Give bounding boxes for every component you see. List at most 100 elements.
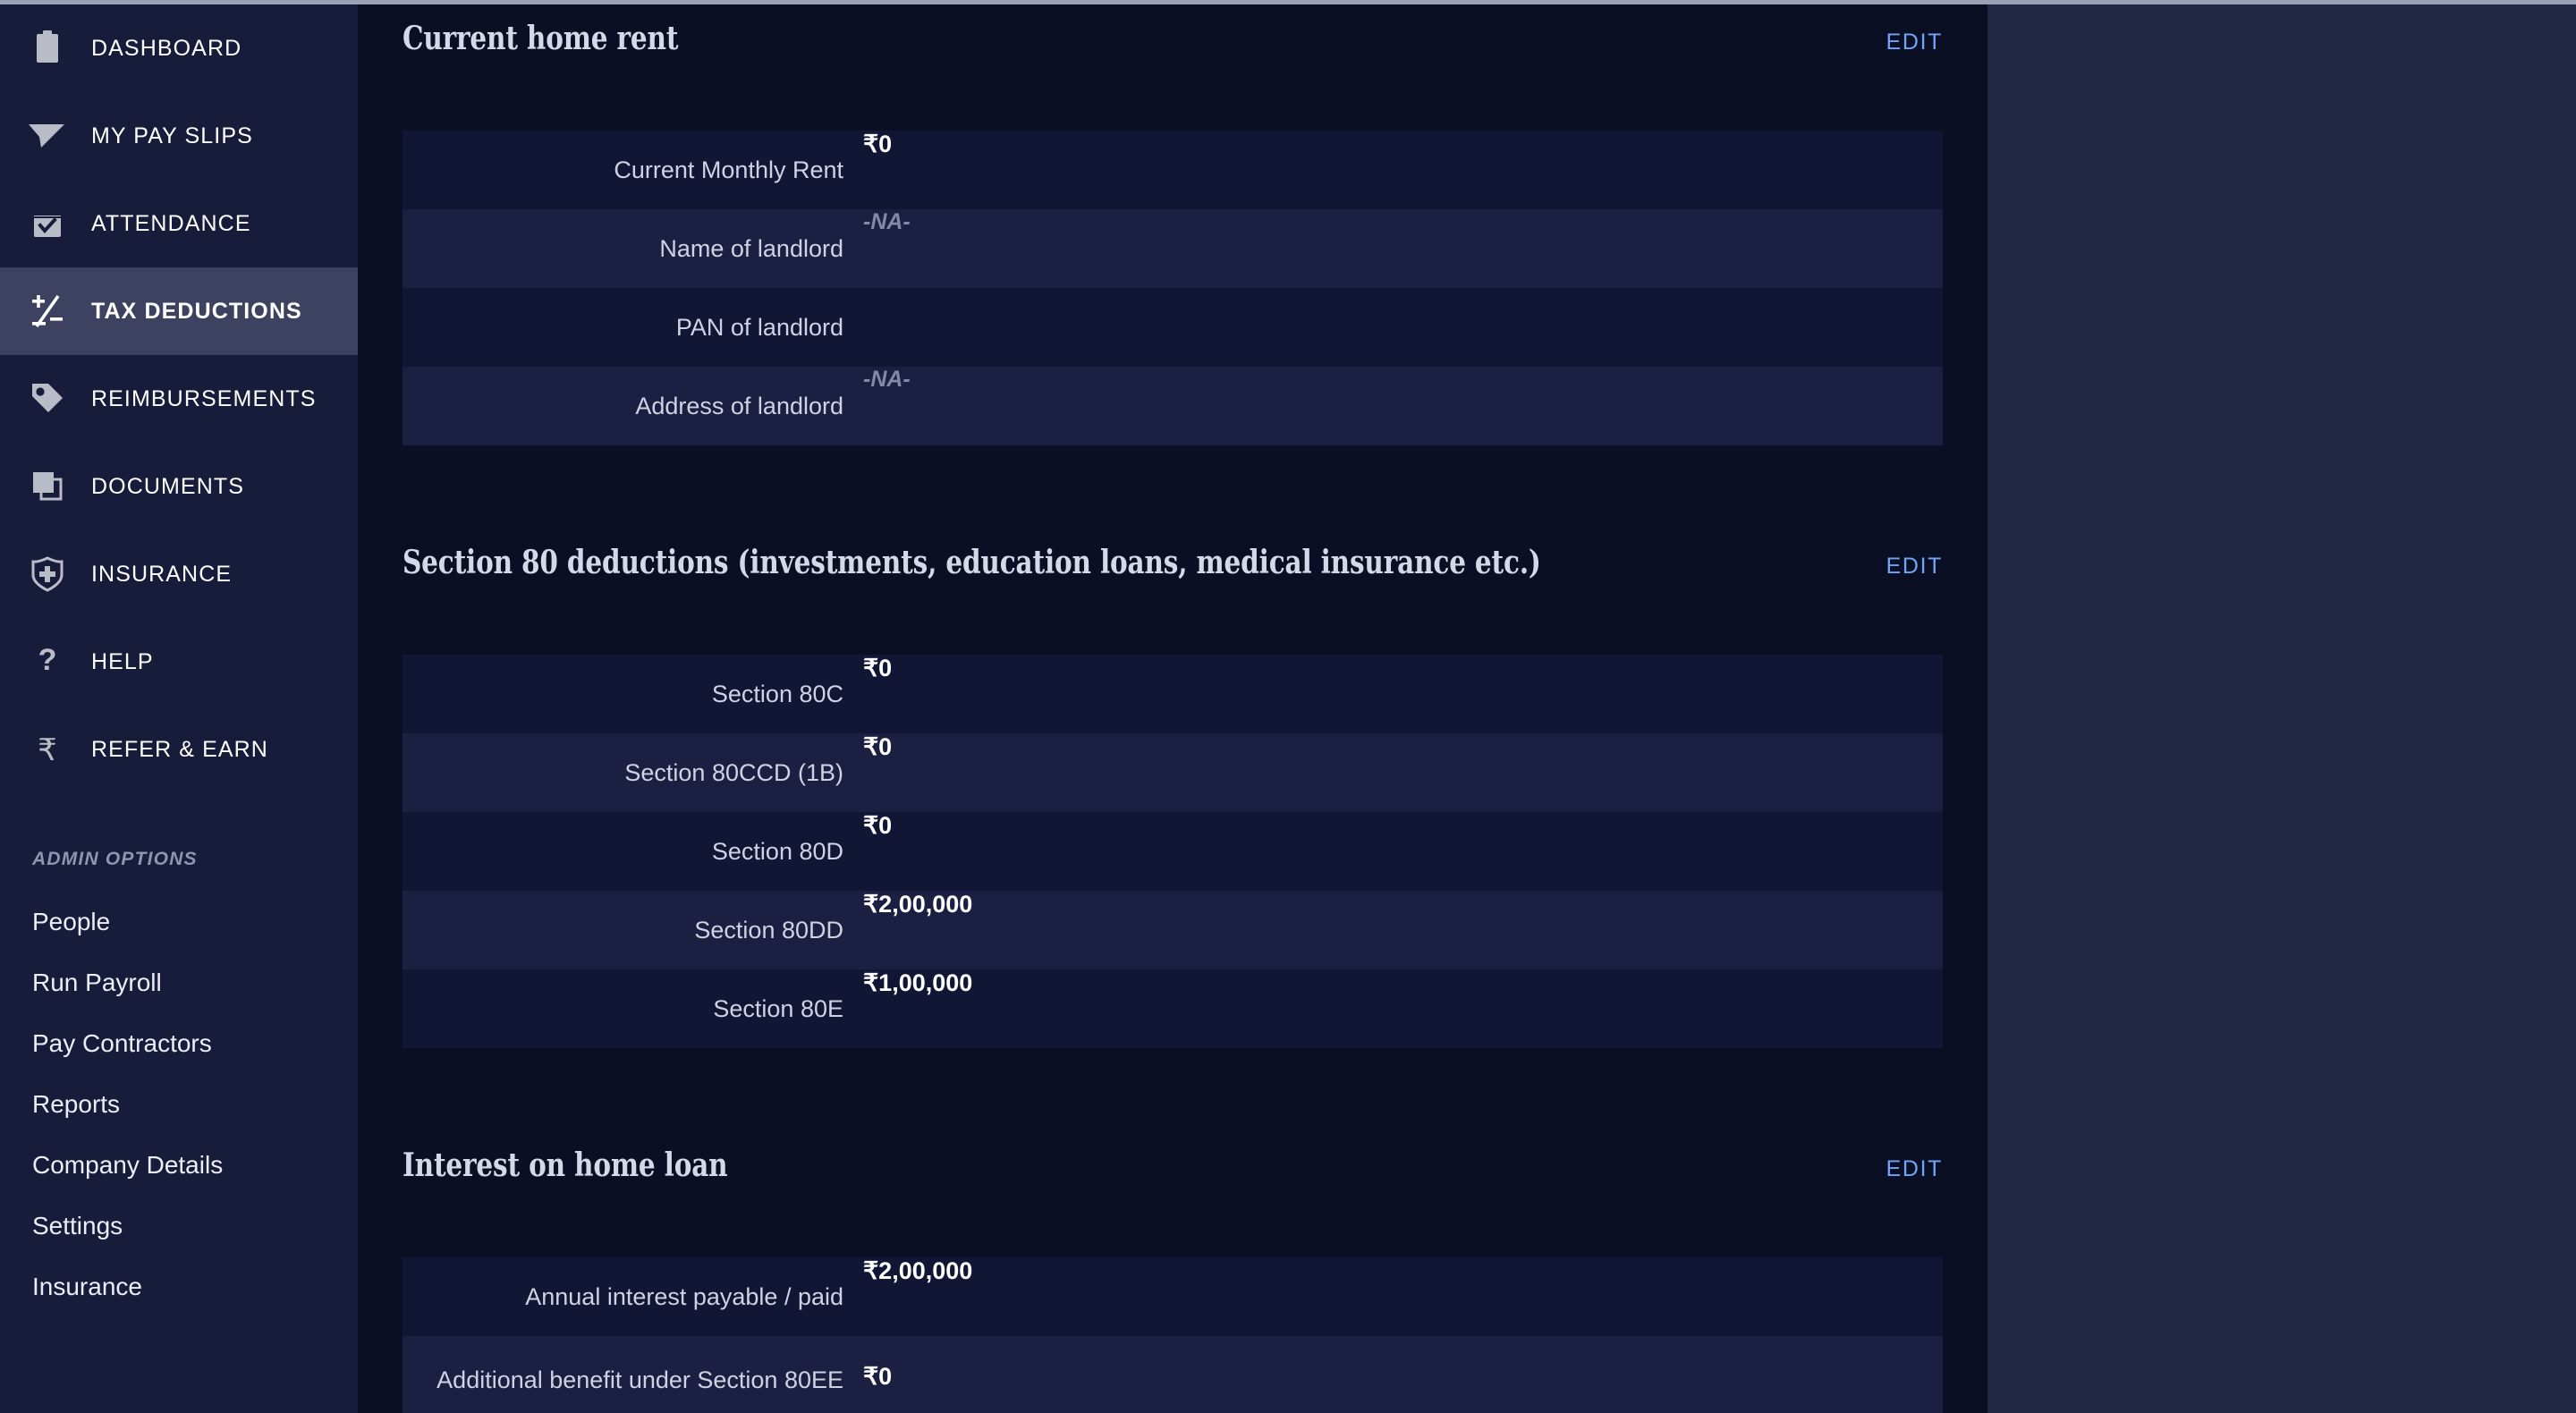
admin-item-label: Pay Contractors (32, 1029, 212, 1057)
row-label: PAN of landlord (675, 313, 843, 341)
sidebar-nav: DASHBOARD MY PAY SLIPS ATTENDANCE TAX DEDUC… (0, 0, 358, 793)
row-label: Current Monthly Rent (614, 156, 843, 183)
sidebar-item-label: INSURANCE (91, 561, 233, 587)
section-title: Section 80 deductions (investments, educ… (402, 544, 1541, 581)
window-top-strip (0, 0, 2576, 4)
question-mark-icon: ? (27, 641, 68, 682)
admin-item-label: Run Payroll (32, 969, 162, 996)
tag-icon (27, 378, 68, 419)
sidebar-item-my-pay-slips[interactable]: MY PAY SLIPS (0, 92, 358, 180)
main-content: Current home rent EDIT Current Monthly Ren… (358, 0, 1987, 1413)
section-1: Section 80 deductions (investments, educ… (358, 445, 1987, 1048)
row-label: Section 80DD (694, 916, 843, 943)
sections-container: Current home rent EDIT Current Monthly Ren… (358, 0, 1987, 1413)
table-row: Additional benefit under Section 80EE ₹0 (402, 1336, 1943, 1413)
sidebar-item-refer-earn[interactable]: ₹ REFER & EARN (0, 706, 358, 793)
section-title: Current home rent (402, 20, 679, 57)
sidebar-item-attendance[interactable]: ATTENDANCE (0, 180, 358, 267)
plus-minus-icon (27, 291, 68, 332)
paper-plane-icon (27, 115, 68, 157)
edit-link[interactable]: EDIT (1886, 554, 1943, 580)
admin-item-reports[interactable]: Reports (0, 1074, 358, 1135)
edit-link[interactable]: EDIT (1886, 1156, 1943, 1182)
detail-table: Current Monthly Rent ₹0 Name of landlord -N… (402, 131, 1943, 445)
row-value: ₹2,00,000 (863, 1257, 973, 1284)
row-label: Section 80C (711, 680, 843, 707)
admin-options-header: ADMIN OPTIONS (32, 849, 198, 869)
sidebar-item-label: DASHBOARD (91, 35, 242, 61)
admin-item-insurance[interactable]: Insurance (0, 1256, 358, 1317)
table-row: Section 80D ₹0 (402, 812, 1943, 891)
admin-options-list: People Run Payroll Pay Contractors Reports C… (0, 892, 358, 1317)
sidebar-item-documents[interactable]: DOCUMENTS (0, 443, 358, 530)
documents-icon (27, 466, 68, 507)
admin-item-label: Settings (32, 1212, 123, 1240)
table-row: Address of landlord -NA- (402, 367, 1943, 445)
section-header: Section 80 deductions (investments, educ… (358, 544, 1987, 613)
sidebar-item-tax-deductions[interactable]: TAX DEDUCTIONS (0, 267, 358, 355)
row-value: ₹0 (863, 131, 893, 157)
table-row: Section 80DD ₹2,00,000 (402, 891, 1943, 969)
admin-item-label: Company Details (32, 1151, 224, 1179)
table-row: Section 80C ₹0 (402, 655, 1943, 733)
row-value: ₹1,00,000 (863, 969, 973, 996)
sidebar-item-label: DOCUMENTS (91, 473, 245, 499)
row-label: Section 80D (711, 837, 843, 865)
rupee-icon: ₹ (27, 729, 68, 770)
row-label: Name of landlord (659, 234, 843, 262)
svg-text:?: ? (38, 644, 57, 677)
row-value: -NA- (863, 367, 911, 392)
table-row: PAN of landlord (402, 288, 1943, 367)
table-row: Annual interest payable / paid ₹2,00,000 (402, 1257, 1943, 1336)
admin-item-run-payroll[interactable]: Run Payroll (0, 952, 358, 1013)
admin-item-pay-contractors[interactable]: Pay Contractors (0, 1013, 358, 1074)
table-row: Current Monthly Rent ₹0 (402, 131, 1943, 209)
sidebar-item-label: MY PAY SLIPS (91, 123, 253, 148)
svg-text:₹: ₹ (38, 732, 57, 767)
clipboard-icon (27, 28, 68, 69)
row-label: Section 80CCD (1B) (624, 758, 843, 786)
admin-item-label: People (32, 908, 111, 935)
sidebar-item-dashboard[interactable]: DASHBOARD (0, 4, 358, 92)
sidebar-item-reimbursements[interactable]: REIMBURSEMENTS (0, 355, 358, 443)
row-value: ₹0 (863, 1363, 893, 1390)
table-row: Name of landlord -NA- (402, 209, 1943, 288)
row-label: Address of landlord (635, 392, 843, 419)
edit-link[interactable]: EDIT (1886, 30, 1943, 55)
section-0: Current home rent EDIT Current Monthly Ren… (358, 0, 1987, 445)
table-row: Section 80CCD (1B) ₹0 (402, 733, 1943, 812)
row-value: ₹2,00,000 (863, 891, 973, 918)
admin-item-company-details[interactable]: Company Details (0, 1135, 358, 1196)
app-root: DASHBOARD MY PAY SLIPS ATTENDANCE TAX DEDUC… (0, 0, 2576, 1413)
admin-item-label: Insurance (32, 1273, 142, 1300)
sidebar-item-label: TAX DEDUCTIONS (91, 298, 302, 324)
row-value: ₹0 (863, 812, 893, 839)
table-row: Section 80E ₹1,00,000 (402, 969, 1943, 1048)
sidebar-item-insurance[interactable]: INSURANCE (0, 530, 358, 618)
row-value: ₹0 (863, 655, 893, 681)
detail-table: Annual interest payable / paid ₹2,00,000 A… (402, 1257, 1943, 1413)
section-header: Current home rent EDIT (358, 20, 1987, 89)
sidebar-item-label: ATTENDANCE (91, 210, 251, 236)
section-header: Interest on home loan EDIT (358, 1146, 1987, 1216)
sidebar-item-label: REIMBURSEMENTS (91, 385, 317, 411)
row-label: Section 80E (713, 994, 843, 1022)
detail-table: Section 80C ₹0 Section 80CCD (1B) ₹0 Section… (402, 655, 1943, 1048)
row-value: ₹0 (863, 733, 893, 760)
admin-item-people[interactable]: People (0, 892, 358, 952)
row-value: -NA- (863, 209, 911, 234)
admin-item-settings[interactable]: Settings (0, 1196, 358, 1256)
section-2: Interest on home loan EDIT Annual interest… (358, 1048, 1987, 1413)
row-label: Annual interest payable / paid (525, 1282, 843, 1310)
calendar-check-icon (27, 203, 68, 244)
sidebar: DASHBOARD MY PAY SLIPS ATTENDANCE TAX DEDUC… (0, 0, 358, 1413)
admin-item-label: Reports (32, 1090, 121, 1118)
row-label: Additional benefit under Section 80EE (436, 1366, 843, 1393)
sidebar-item-label: HELP (91, 648, 154, 674)
shield-plus-icon (27, 554, 68, 595)
sidebar-item-help[interactable]: ? HELP (0, 618, 358, 706)
